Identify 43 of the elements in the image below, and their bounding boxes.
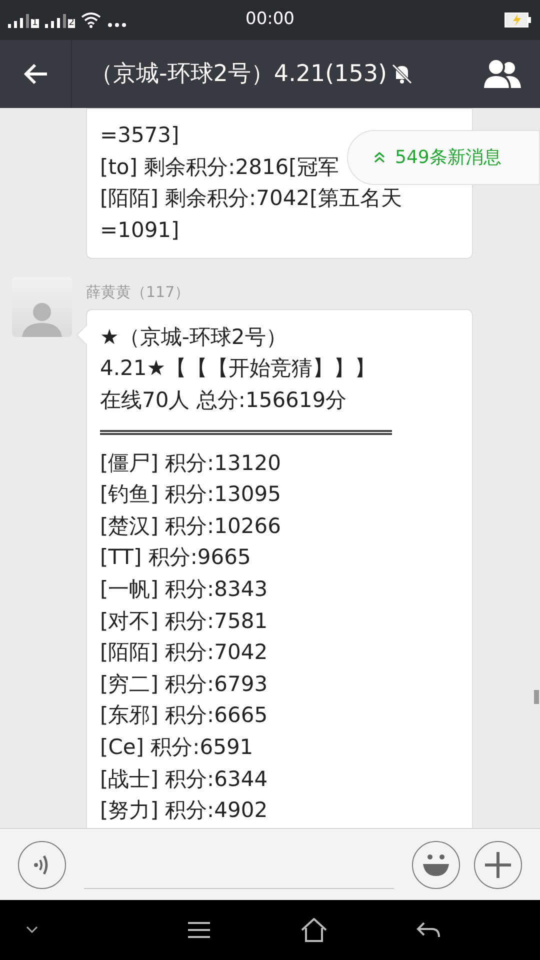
battery-charging-icon (504, 12, 532, 28)
back-nav-icon[interactable] (416, 921, 440, 939)
message-line: =3573] (100, 122, 180, 149)
message-line: ★（京城-环球2号） (100, 324, 287, 351)
message-line: [陌陌] 剩余积分:7042[第五名天 (100, 185, 402, 212)
menu-icon[interactable] (187, 921, 212, 939)
score-line: [僵尸] 积分:13120 (100, 450, 281, 477)
signal-icon (44, 14, 67, 28)
signal-icon (8, 14, 30, 28)
score-line: [陌陌] 积分:7042 (100, 639, 268, 666)
emoji-button[interactable] (412, 840, 460, 888)
score-line: [穷二] 积分:6793 (100, 670, 268, 698)
people-icon (482, 58, 522, 90)
score-line: [楚汉] 积分:10266 (100, 512, 281, 540)
more-icon (107, 22, 128, 28)
sender-name: 薛黄黄（117） (86, 282, 191, 304)
score-line: [Ce] 积分:6591 (100, 734, 254, 761)
score-line: [对不] 积分:7581 (100, 608, 268, 635)
wifi-icon (81, 12, 102, 28)
add-button[interactable] (474, 840, 522, 888)
score-line: [钓鱼] 积分:13095 (100, 481, 281, 508)
voice-button[interactable] (18, 840, 66, 888)
person-silhouette-icon (20, 301, 64, 338)
clock-time: 00:00 (246, 8, 294, 32)
new-messages-badge[interactable]: 549条新消息 (347, 130, 540, 185)
home-icon[interactable] (300, 918, 327, 942)
score-line: [一帆] 积分:8343 (100, 576, 268, 604)
message-line: 4.21★【【【开始竞猜】】】 (100, 355, 376, 382)
message-line: [to] 剩余积分:2816[冠军 (100, 154, 339, 181)
chat-title: （京城-环球2号）4.21(153) (90, 60, 387, 89)
double-chevron-up-icon (374, 152, 385, 163)
chevron-down-icon[interactable] (26, 926, 38, 934)
message-line: =1091] (100, 216, 180, 244)
back-arrow-icon (22, 63, 48, 85)
score-line: [TT] 积分:9665 (100, 544, 251, 572)
score-line: [东邪] 积分:6665 (100, 702, 268, 730)
new-messages-text: 549条新消息 (395, 146, 502, 170)
scrollbar-thumb (534, 690, 539, 704)
smiley-icon (421, 852, 451, 876)
score-line: [战士] 积分:6344 (100, 766, 268, 793)
message-line: 在线70人 总分:156619分 (100, 387, 347, 414)
score-line: [努力] 积分:4902 (100, 797, 268, 824)
plus-icon (484, 850, 512, 878)
